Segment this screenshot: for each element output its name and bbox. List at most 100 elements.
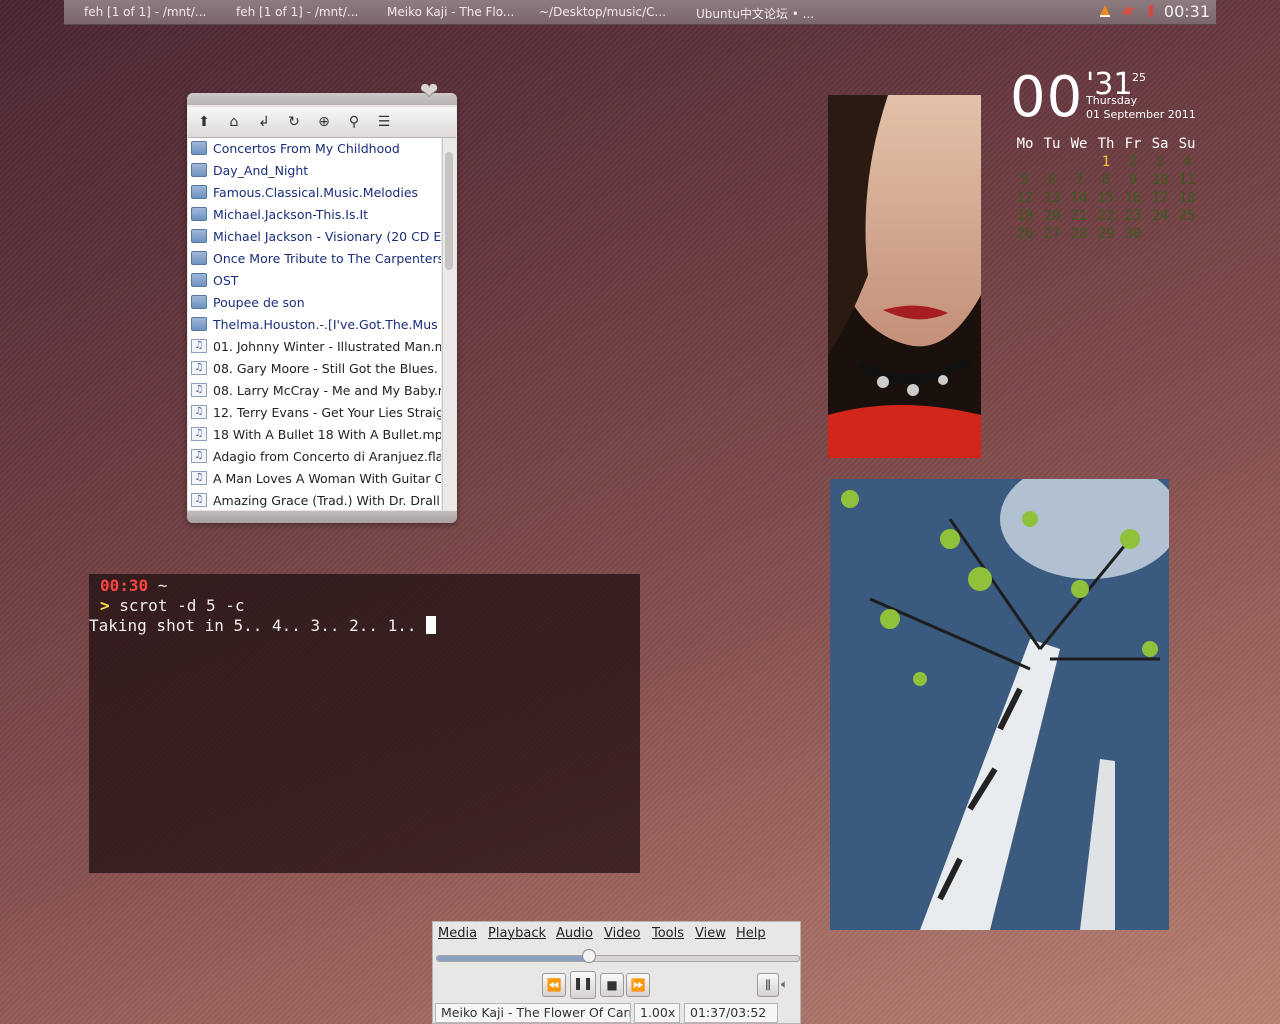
item-name: Famous.Classical.Music.Melodies bbox=[213, 185, 419, 200]
clock-date: 01 September 2011 bbox=[1086, 108, 1196, 121]
menu-audio[interactable]: Audio bbox=[556, 926, 593, 941]
go-to-icon[interactable]: ↲ bbox=[254, 113, 274, 131]
playback-time[interactable]: 01:37/03:52 bbox=[684, 1003, 778, 1023]
calendar-day: 2 bbox=[1128, 154, 1138, 170]
item-name: Adagio from Concerto di Aranjuez.fla bbox=[213, 449, 441, 464]
file-manager-titlebar[interactable] bbox=[187, 93, 457, 105]
file-item[interactable]: ♫ 08. Larry McCray - Me and My Baby.r bbox=[188, 380, 441, 402]
next-button[interactable]: ⏩ bbox=[626, 973, 650, 997]
equalizer-button[interactable]: ⫼ bbox=[757, 973, 779, 997]
seek-bar[interactable] bbox=[436, 955, 800, 962]
calendar-weekday-header: Mo bbox=[1016, 136, 1034, 152]
home-icon[interactable]: ⌂ bbox=[224, 113, 244, 131]
menu-playback[interactable]: Playback bbox=[488, 926, 546, 941]
menu-view[interactable]: View bbox=[695, 926, 726, 941]
folder-item[interactable]: Thelma.Houston.-.[I've.Got.The.Mus bbox=[188, 314, 441, 336]
audio-file-icon: ♫ bbox=[191, 361, 207, 375]
menu-help[interactable]: Help bbox=[736, 926, 766, 941]
audio-file-icon: ♫ bbox=[191, 471, 207, 485]
item-name: Thelma.Houston.-.[I've.Got.The.Mus bbox=[213, 317, 438, 332]
calendar-day: 26 bbox=[1016, 226, 1034, 242]
audio-file-icon: ♫ bbox=[191, 427, 207, 441]
file-item[interactable]: ♫ 12. Terry Evans - Get Your Lies Straig bbox=[188, 402, 441, 424]
refresh-icon[interactable]: ↻ bbox=[284, 113, 304, 131]
folder-item[interactable]: Poupee de son bbox=[188, 292, 441, 314]
calendar-day: 16 bbox=[1124, 190, 1142, 206]
folder-icon bbox=[191, 207, 207, 221]
taskbar-item-vlc[interactable]: Meiko Kaji - The Flo... bbox=[387, 5, 527, 19]
file-manager-toolbar: ⬆ ⌂ ↲ ↻ ⊕ ⚲ ☰ bbox=[188, 107, 456, 138]
calendar-weekday-header: Fr bbox=[1124, 136, 1142, 152]
seek-knob[interactable] bbox=[582, 949, 597, 963]
menu-tools[interactable]: Tools bbox=[652, 926, 684, 941]
prompt-symbol: > bbox=[100, 596, 110, 615]
birch-tree-photo bbox=[830, 479, 1169, 930]
item-name: 08. Gary Moore - Still Got the Blues. bbox=[213, 361, 438, 376]
item-name: Once More Tribute to The Carpenters bbox=[213, 251, 441, 266]
folder-item[interactable]: Once More Tribute to The Carpenters bbox=[188, 248, 441, 270]
taskbar-item-feh-1[interactable]: feh [1 of 1] - /mnt/... bbox=[84, 5, 224, 19]
menu-bar: Media Playback Audio Video Tools View He… bbox=[433, 922, 800, 946]
search-icon[interactable]: ⚲ bbox=[344, 113, 364, 131]
taskbar-item-feh-2[interactable]: feh [1 of 1] - /mnt/... bbox=[236, 5, 376, 19]
calendar-day: 21 bbox=[1070, 208, 1088, 224]
folder-item[interactable]: Famous.Classical.Music.Melodies bbox=[188, 182, 441, 204]
file-list-scrollbar[interactable] bbox=[442, 138, 456, 510]
file-item[interactable]: ♫ 18 With A Bullet 18 With A Bullet.mp bbox=[188, 424, 441, 446]
heart-icon[interactable]: ❤ bbox=[420, 79, 438, 104]
prompt-cwd: ~ bbox=[157, 576, 168, 595]
file-item[interactable]: ♫ A Man Loves A Woman With Guitar C bbox=[188, 468, 441, 490]
file-item[interactable]: ♫ 08. Gary Moore - Still Got the Blues. bbox=[188, 358, 441, 380]
folder-icon bbox=[191, 251, 207, 265]
file-item[interactable]: ♫ Amazing Grace (Trad.) With Dr. Drall bbox=[188, 490, 441, 510]
calendar-day: 5 bbox=[1020, 172, 1030, 188]
calendar-day: 12 bbox=[1016, 190, 1034, 206]
folder-item[interactable]: Concertos From My Childhood bbox=[188, 138, 441, 160]
folder-item[interactable]: Michael Jackson - Visionary (20 CD E bbox=[188, 226, 441, 248]
prompt-line: 00:30 ~ bbox=[100, 576, 167, 595]
list-view-icon[interactable]: ☰ bbox=[374, 113, 394, 131]
file-item[interactable]: ♫ Adagio from Concerto di Aranjuez.fla bbox=[188, 446, 441, 468]
taskbar-item-browser[interactable]: Ubuntu中文论坛 • ... bbox=[696, 5, 836, 22]
volume-tray-icon[interactable] bbox=[1146, 4, 1160, 18]
equalizer-icon: ⫼ bbox=[765, 978, 771, 992]
folder-item[interactable]: Day_And_Night bbox=[188, 160, 441, 182]
item-name: 01. Johnny Winter - Illustrated Man.m bbox=[213, 339, 441, 354]
scrollbar-thumb[interactable] bbox=[445, 152, 453, 270]
item-name: Michael Jackson - Visionary (20 CD E bbox=[213, 229, 441, 244]
folder-icon bbox=[191, 273, 207, 287]
folder-icon bbox=[191, 185, 207, 199]
file-list[interactable]: Concertos From My Childhood Day_And_Night… bbox=[188, 138, 441, 510]
item-name: OST bbox=[213, 273, 239, 288]
update-tray-icon[interactable] bbox=[1120, 4, 1134, 18]
pause-icon: ❚❚ bbox=[572, 976, 594, 990]
panel-clock[interactable]: 00:31 bbox=[1164, 2, 1210, 21]
folder-item[interactable]: OST bbox=[188, 270, 441, 292]
item-name: 12. Terry Evans - Get Your Lies Straig bbox=[213, 405, 441, 420]
pause-button[interactable]: ❚❚ bbox=[570, 971, 596, 999]
vlc-tray-icon[interactable] bbox=[1098, 4, 1112, 18]
item-name: Poupee de son bbox=[213, 295, 305, 310]
output-line: Taking shot in 5.. 4.. 3.. 2.. 1.. bbox=[89, 616, 437, 635]
calendar-day: 17 bbox=[1151, 190, 1169, 206]
file-item[interactable]: ♫ 01. Johnny Winter - Illustrated Man.m bbox=[188, 336, 441, 358]
zoom-in-icon[interactable]: ⊕ bbox=[314, 113, 334, 131]
folder-item[interactable]: Michael.Jackson-This.Is.It bbox=[188, 204, 441, 226]
up-arrow-icon[interactable]: ⬆ bbox=[194, 113, 214, 131]
portrait-photo bbox=[828, 95, 981, 458]
stop-button[interactable]: ■ bbox=[600, 973, 624, 997]
item-name: 08. Larry McCray - Me and My Baby.r bbox=[213, 383, 441, 398]
previous-icon: ⏪ bbox=[546, 978, 562, 992]
output-text: Taking shot in 5.. 4.. 3.. 2.. 1.. bbox=[89, 616, 427, 635]
playback-speed[interactable]: 1.00x bbox=[634, 1003, 680, 1023]
menu-media[interactable]: Media bbox=[438, 926, 477, 941]
taskbar-item-terminal[interactable]: ~/Desktop/music/C... bbox=[539, 5, 679, 19]
previous-button[interactable]: ⏪ bbox=[542, 973, 566, 997]
calendar-weekday-header: Tu bbox=[1043, 136, 1061, 152]
terminal-window[interactable]: 00:30 ~ > scrot -d 5 -c Taking shot in 5… bbox=[89, 574, 640, 873]
clock-weekday: Thursday bbox=[1086, 94, 1138, 107]
calendar-day: 3 bbox=[1155, 154, 1165, 170]
volume-icon[interactable]: 🔈︎ bbox=[781, 977, 788, 992]
item-name: Michael.Jackson-This.Is.It bbox=[213, 207, 369, 222]
menu-video[interactable]: Video bbox=[604, 926, 640, 941]
